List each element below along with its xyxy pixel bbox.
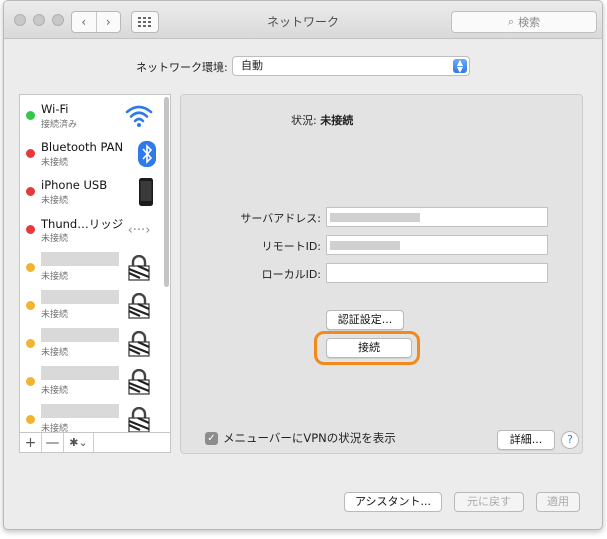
- service-item-vpn-5[interactable]: 未接続: [20, 401, 160, 433]
- location-select[interactable]: 自動 ▲ ▼: [232, 56, 470, 76]
- vpn-lock-icon: [124, 367, 154, 397]
- redacted-service-name: [41, 366, 119, 380]
- service-item-wifi[interactable]: Wi-Fi 接続済み: [20, 97, 160, 135]
- status-dot: [26, 339, 35, 348]
- service-item-iphone-usb[interactable]: iPhone USB 未接続: [20, 173, 160, 211]
- search-field[interactable]: ⌕ 検索: [451, 11, 597, 33]
- auth-settings-button[interactable]: 認証設定...: [326, 310, 404, 330]
- redacted-service-name: [41, 290, 119, 304]
- vpn-lock-icon: [124, 253, 154, 283]
- help-button[interactable]: ?: [561, 431, 579, 449]
- title-bar: ‹ › ネットワーク ⌕ 検索: [4, 1, 602, 39]
- server-address-label: サーバアドレス:: [240, 212, 321, 225]
- service-item-vpn-3[interactable]: 未接続: [20, 325, 160, 363]
- iphone-icon: [131, 177, 161, 207]
- service-item-vpn-2[interactable]: 未接続: [20, 287, 160, 325]
- gear-menu-button[interactable]: ✱⌄: [64, 433, 94, 452]
- vpn-lock-icon: [124, 329, 154, 359]
- service-list[interactable]: Wi-Fi 接続済み Bluetooth PAN 未接続 iPhone USB …: [19, 94, 171, 433]
- service-item-vpn-1[interactable]: 未接続: [20, 249, 160, 287]
- service-status: 未接続: [41, 310, 69, 320]
- assistant-button[interactable]: アシスタント...: [344, 492, 442, 512]
- status-dot: [26, 415, 35, 424]
- service-status: 未接続: [41, 424, 69, 433]
- status-dot: [26, 187, 35, 196]
- status-dot: [26, 301, 35, 310]
- remote-id-label: リモートID:: [261, 240, 321, 253]
- redacted-text: [330, 240, 400, 250]
- status-label: 状況:: [291, 114, 317, 127]
- redacted-service-name: [41, 252, 119, 266]
- status-dot: [26, 111, 35, 120]
- service-name: Wi-Fi: [41, 102, 69, 116]
- advanced-button[interactable]: 詳細...: [497, 430, 555, 450]
- service-status: 未接続: [41, 196, 69, 206]
- redacted-service-name: [41, 404, 119, 418]
- service-item-bluetooth-pan[interactable]: Bluetooth PAN 未接続: [20, 135, 160, 173]
- apply-button[interactable]: 適用: [536, 492, 580, 512]
- thunderbolt-bridge-icon: ‹···›: [127, 222, 151, 238]
- service-item-vpn-4[interactable]: 未接続: [20, 363, 160, 401]
- service-status: 接続済み: [41, 120, 78, 130]
- wifi-icon: [124, 101, 154, 131]
- location-label: ネットワーク環境:: [136, 61, 228, 74]
- service-list-toolbar: + — ✱⌄: [19, 433, 171, 453]
- server-address-field[interactable]: [326, 207, 548, 227]
- service-name: Thund…リッジ: [41, 217, 124, 231]
- vpn-lock-icon: [124, 405, 154, 432]
- status-value: 未接続: [320, 114, 354, 127]
- redacted-text: [330, 212, 420, 222]
- search-icon: ⌕: [507, 15, 515, 28]
- connection-status: 状況: 未接続: [291, 112, 353, 128]
- revert-button[interactable]: 元に戻す: [454, 492, 524, 512]
- remove-service-button[interactable]: —: [42, 433, 64, 452]
- bluetooth-icon: [132, 139, 162, 169]
- show-vpn-status-checkbox[interactable]: ✓ メニューバーにVPNの状況を表示: [205, 430, 396, 446]
- service-status: 未接続: [41, 386, 69, 396]
- vpn-lock-icon: [124, 291, 154, 321]
- local-id-label: ローカルID:: [261, 268, 321, 281]
- status-dot: [26, 377, 35, 386]
- add-service-button[interactable]: +: [20, 433, 42, 452]
- network-preferences-window: ‹ › ネットワーク ⌕ 検索 ネットワーク環境: 自動 ▲ ▼ Wi-Fi 接…: [3, 0, 603, 530]
- list-scrollbar[interactable]: [164, 97, 169, 287]
- status-dot: [26, 149, 35, 158]
- service-status: 未接続: [41, 158, 69, 168]
- search-placeholder: 検索: [518, 16, 541, 29]
- connect-button[interactable]: 接続: [326, 338, 412, 358]
- select-arrows-icon: ▲ ▼: [453, 59, 467, 74]
- service-item-thunderbolt-bridge[interactable]: Thund…リッジ 未接続 ‹···›: [20, 211, 160, 249]
- redacted-service-name: [41, 328, 119, 342]
- service-status: 未接続: [41, 234, 69, 244]
- local-id-field[interactable]: [326, 263, 548, 283]
- service-name: Bluetooth PAN: [41, 140, 124, 154]
- service-name: iPhone USB: [41, 178, 108, 192]
- location-value: 自動: [241, 59, 263, 72]
- service-status: 未接続: [41, 348, 69, 358]
- remote-id-field[interactable]: [326, 235, 548, 255]
- status-dot: [26, 263, 35, 272]
- show-vpn-status-label: メニューバーにVPNの状況を表示: [223, 431, 396, 445]
- status-dot: [26, 225, 35, 234]
- checkmark-icon: ✓: [205, 431, 218, 445]
- service-status: 未接続: [41, 272, 69, 282]
- vpn-detail-panel: 状況: 未接続 サーバアドレス: リモートID: ローカルID: 認証設定...…: [180, 94, 583, 454]
